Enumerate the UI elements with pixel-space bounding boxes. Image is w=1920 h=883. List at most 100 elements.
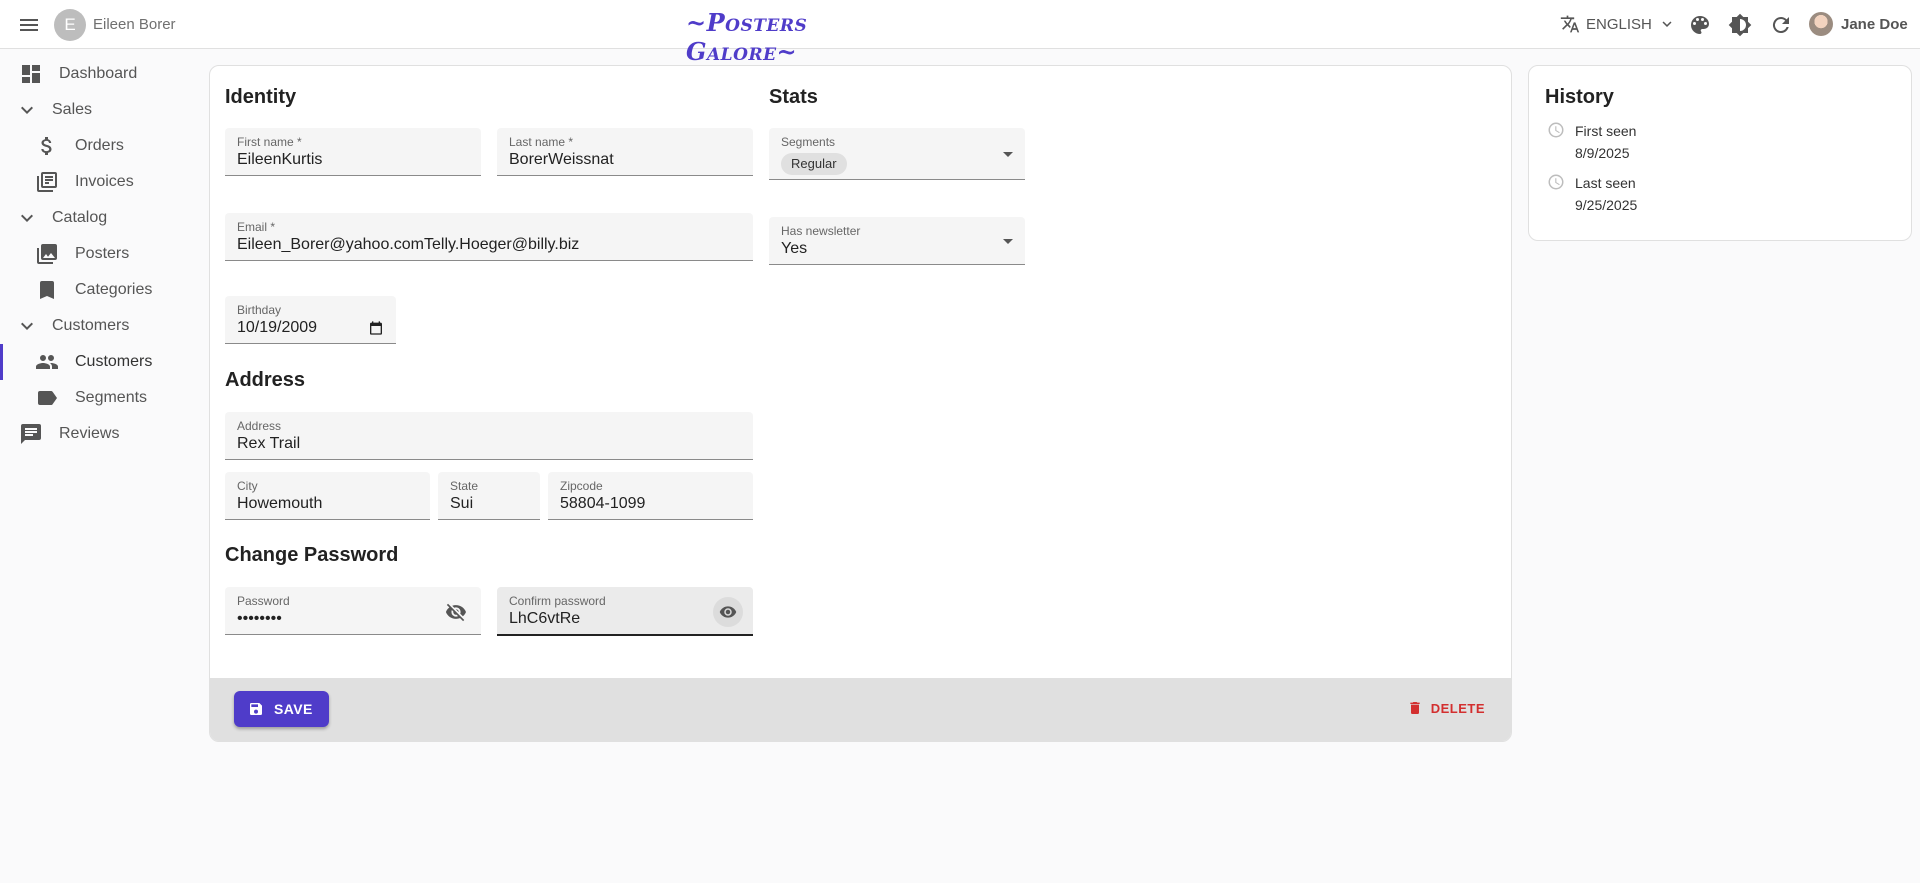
sidebar-item-label: Categories [75,281,153,298]
field-label: State [450,479,479,493]
last-seen-date: 9/25/2025 [1575,197,1638,213]
delete-button[interactable]: DELETE [1407,700,1485,716]
confirm-password-field[interactable]: Confirm password LhC6vtRe [497,587,753,636]
user-menu-button[interactable]: Jane Doe [1809,12,1908,36]
field-label: Birthday [237,303,282,317]
first-name-field[interactable]: First name * EileenKurtis [225,128,481,176]
sidebar-item-reviews[interactable]: Reviews [0,416,200,452]
dropdown-arrow-icon[interactable] [1003,152,1013,157]
history-panel: History First seen 8/9/2025 Last seen 9/… [1528,65,1912,241]
state-field[interactable]: State Sui [438,472,540,520]
field-value: Yes [781,240,808,257]
dashboard-icon [19,62,43,86]
field-label: First name * [237,135,302,149]
identity-section-title: Identity [225,86,297,108]
last-seen-label: Last seen [1575,175,1636,191]
birthday-field[interactable]: Birthday 10/19/2009 [225,296,396,344]
save-label: SAVE [274,701,313,717]
email-field[interactable]: Email * Eileen_Borer@yahoo.comTelly.Hoeg… [225,213,753,261]
clock-icon [1547,173,1565,191]
field-label: Segments [781,135,836,149]
field-label: Password [237,594,290,608]
comment-icon [19,422,43,446]
zipcode-field[interactable]: Zipcode 58804-1099 [548,472,753,520]
save-icon [248,701,264,717]
chevron-down-icon [15,206,39,230]
sidebar-item-categories[interactable]: Categories [0,272,200,308]
label-icon [35,386,59,410]
field-value: Howemouth [237,495,323,512]
delete-label: DELETE [1430,700,1485,716]
dollar-icon [35,134,59,158]
sidebar-item-label: Invoices [75,173,134,190]
sidebar-item-label: Sales [52,101,93,118]
app-bar: E Eileen Borer ~Posters Galore~ ENGLISH … [0,0,1920,66]
palette-icon[interactable] [1688,13,1712,37]
visibility-off-icon[interactable] [445,601,467,623]
password-section-title: Change Password [225,544,399,566]
field-value: BorerWeissnat [509,151,614,168]
breadcrumb-title: Eileen Borer [93,16,176,33]
sidebar-item-orders[interactable]: Orders [0,128,200,164]
library-books-icon [35,170,59,194]
sidebar-group-customers[interactable]: Customers [0,308,200,344]
password-field[interactable]: Password •••••••• [225,587,481,635]
segments-select[interactable]: Segments Regular [769,128,1025,180]
sidebar-item-dashboard[interactable]: Dashboard [0,56,200,92]
field-value: •••••••• [237,610,282,627]
stats-section-title: Stats [769,86,818,108]
save-button[interactable]: SAVE [234,691,329,727]
sidebar-item-label: Catalog [52,209,108,226]
field-label: Zipcode [560,479,603,493]
first-seen-label: First seen [1575,123,1637,139]
brand-logo: ~Posters Galore~ [686,8,808,66]
history-title: History [1545,86,1614,108]
sidebar-item-customers[interactable]: Customers [0,344,200,380]
address-field[interactable]: Address Rex Trail [225,412,753,460]
dropdown-arrow-icon[interactable] [1003,239,1013,244]
sidebar-item-label: Dashboard [59,65,138,82]
field-label: Last name * [509,135,574,149]
sidebar-item-posters[interactable]: Posters [0,236,200,272]
field-label: Has newsletter [781,224,861,238]
sidebar-item-invoices[interactable]: Invoices [0,164,200,200]
city-field[interactable]: City Howemouth [225,472,430,520]
sidebar-group-sales[interactable]: Sales [0,92,200,128]
last-name-field[interactable]: Last name * BorerWeissnat [497,128,753,176]
chevron-down-icon [15,98,39,122]
field-value: Rex Trail [237,435,301,452]
last-seen-entry: Last seen 9/25/2025 [1547,172,1637,216]
brightness-icon[interactable] [1728,13,1752,37]
translate-icon [1560,14,1580,34]
customer-edit-form: Identity Stats First name * EileenKurtis… [209,65,1512,742]
address-section-title: Address [225,369,306,391]
sidebar-item-segments[interactable]: Segments [0,380,200,416]
sidebar-item-label: Segments [75,389,148,406]
field-label: Address [237,419,282,433]
field-label: Email * [237,220,276,234]
field-value: 10/19/2009 [237,319,318,336]
field-label: Confirm password [509,594,606,608]
field-value: Sui [450,495,474,512]
user-name: Jane Doe [1841,15,1908,33]
sidebar-item-label: Customers [75,353,153,370]
sidebar-group-catalog[interactable]: Catalog [0,200,200,236]
field-value: Eileen_Borer@yahoo.comTelly.Hoeger@billy… [237,236,580,253]
menu-icon[interactable] [17,13,41,37]
refresh-icon[interactable] [1769,13,1793,37]
field-value: 58804-1099 [560,495,646,512]
photo-library-icon [35,242,59,266]
clock-icon [1547,121,1565,139]
user-avatar [1809,12,1833,36]
newsletter-select[interactable]: Has newsletter Yes [769,217,1025,265]
field-value: LhC6vtRe [509,610,581,627]
segment-chip[interactable]: Regular [781,153,847,175]
visibility-icon[interactable] [713,597,743,627]
sidebar-item-label: Orders [75,137,124,154]
language-label: ENGLISH [1586,15,1652,33]
language-menu-button[interactable]: ENGLISH [1560,14,1676,34]
people-icon [35,350,59,374]
breadcrumb-avatar: E [54,9,86,41]
calendar-icon[interactable] [368,320,384,336]
sidebar-item-label: Customers [52,317,130,334]
